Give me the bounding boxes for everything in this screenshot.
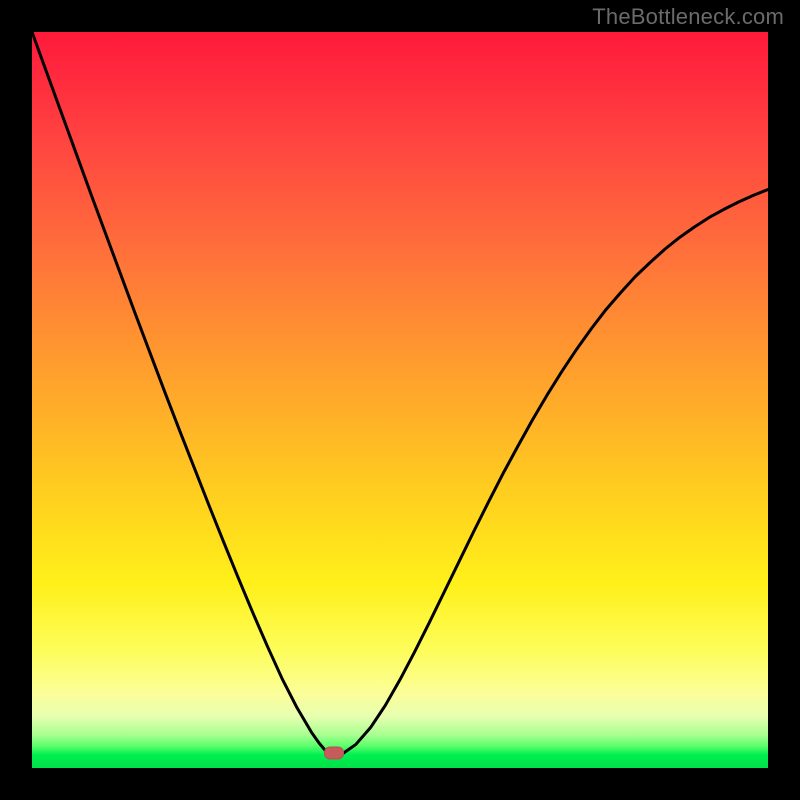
- optimal-marker: [324, 747, 344, 760]
- watermark-text: TheBottleneck.com: [592, 4, 784, 30]
- plot-area: [32, 32, 768, 768]
- chart-frame: TheBottleneck.com: [0, 0, 800, 800]
- bottleneck-curve: [32, 32, 768, 768]
